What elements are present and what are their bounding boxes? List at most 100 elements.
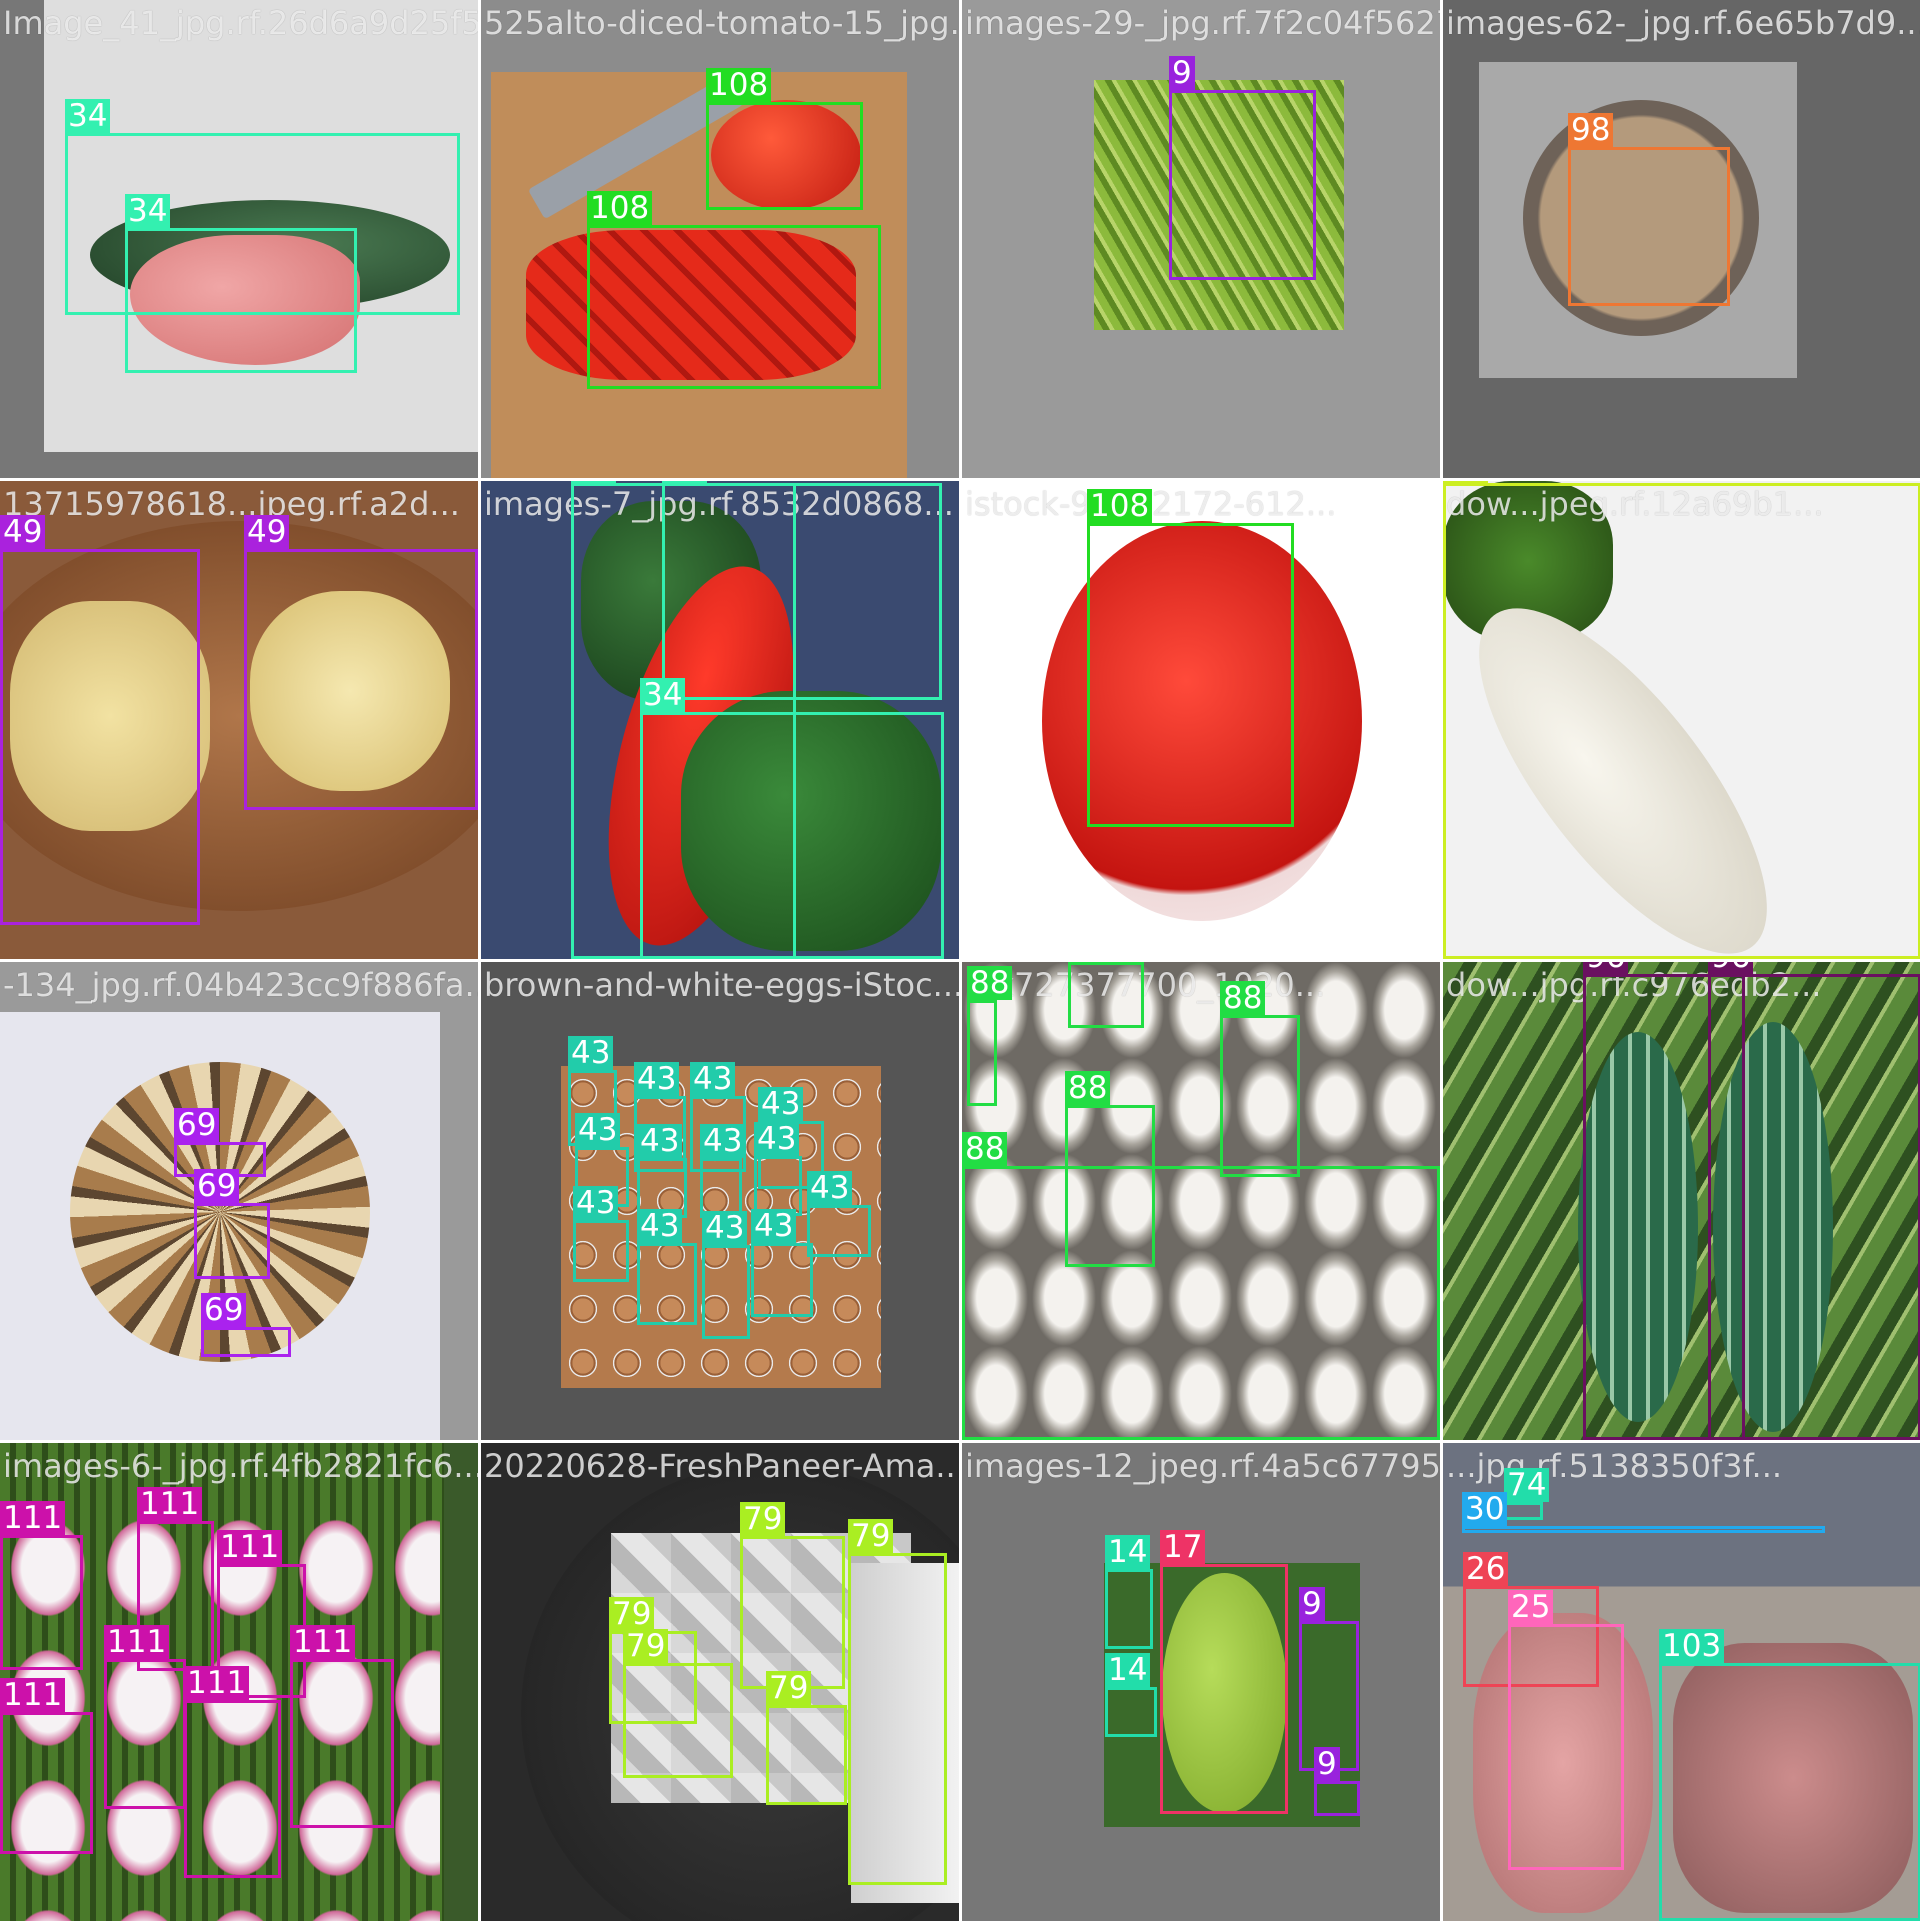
- tile-16: ...jpg.rf.5138350f3f... 74 30 26 25 103: [1443, 1443, 1920, 1921]
- detection-box: 30: [1462, 1492, 1825, 1533]
- detection-label: 14: [1105, 1653, 1151, 1687]
- detection-label: 43: [634, 1062, 680, 1096]
- tile-14: 20220628-FreshPaneer-Ama... 79 79 79 79 …: [481, 1443, 959, 1921]
- tile-3: images-29-_jpg.rf.7f2c04f5627... 9: [962, 0, 1440, 478]
- detection-label: 108: [706, 68, 772, 102]
- detection-box: 34: [662, 481, 942, 700]
- tile-7: istock-91922172-612... 108: [962, 481, 1440, 959]
- detection-box: 88: [1068, 962, 1144, 1028]
- detection-box: 88: [967, 966, 1013, 1106]
- detection-label: 111: [0, 1678, 66, 1712]
- tile-4: images-62-_jpg.rf.6e65b7d9... 98: [1443, 0, 1920, 478]
- detection-label: 9: [1169, 56, 1195, 90]
- tile-5: 13715978618...jpeg.rf.a2d... 49 49: [0, 481, 478, 959]
- detection-box: 79: [766, 1671, 847, 1805]
- detection-label: 9: [1299, 1587, 1325, 1621]
- detection-label: 74: [1504, 1468, 1550, 1502]
- detection-label: 88: [1220, 981, 1266, 1015]
- detection-label: 88: [1065, 1071, 1111, 1105]
- detection-label: 43: [637, 1124, 683, 1158]
- detection-box: 49: [0, 515, 200, 925]
- detection-label: 43: [700, 1124, 746, 1158]
- tile-13: images-6-_jpg.rf.4fb2821fc6... 111 111 1…: [0, 1443, 478, 1921]
- detection-box: 43: [700, 1124, 746, 1218]
- detection-box: 25: [1508, 1590, 1624, 1870]
- detection-label: 79: [848, 1519, 894, 1553]
- detection-box: 111: [0, 1501, 83, 1670]
- detection-box: 79: [740, 1502, 845, 1689]
- detection-label: 34: [662, 481, 708, 483]
- detection-box: 14: [1105, 1653, 1157, 1737]
- detection-label: 69: [194, 1169, 240, 1203]
- detection-label: 43: [568, 1036, 614, 1070]
- tile-15: images-12_jpeg.rf.4a5c67795bb6a... 14 14…: [962, 1443, 1440, 1921]
- detection-box: 34: [125, 194, 357, 373]
- detection-label: 34: [571, 481, 617, 483]
- detection-label: 43: [690, 1062, 736, 1096]
- detection-label: 79: [623, 1629, 669, 1663]
- detection-label: 108: [587, 191, 653, 225]
- tile-11: ...k727377700_1920... 88 88 88 88 88: [962, 962, 1440, 1440]
- detection-label: 43: [807, 1171, 853, 1205]
- tile-9: -134_jpg.rf.04b423cc9f886fa... 69 69 69: [0, 962, 478, 1440]
- detection-box: 43: [807, 1171, 871, 1257]
- detection-box: 108: [706, 68, 863, 210]
- detection-label: 25: [1508, 1590, 1554, 1624]
- image-grid: Image_41_jpg.rf.26d6a9d25f5e... 34 34 52…: [0, 0, 1920, 1921]
- detection-box: 111: [290, 1625, 394, 1828]
- detection-label: 43: [702, 1211, 748, 1245]
- detection-label: 34: [65, 99, 111, 133]
- detection-box: 69: [201, 1293, 291, 1357]
- detection-label: 79: [609, 1597, 655, 1631]
- detection-box: 108: [1087, 489, 1294, 827]
- detection-label: 49: [244, 515, 290, 549]
- detection-box: 87: [1443, 481, 1920, 959]
- detection-box: 43: [573, 1186, 629, 1282]
- detection-box: 79: [623, 1629, 733, 1778]
- detection-box: 69: [194, 1169, 270, 1279]
- detection-box: 111: [184, 1666, 281, 1878]
- detection-label: 9: [1314, 1747, 1340, 1781]
- tile-10: brown-and-white-eggs-iStoc... 43 43 43 4…: [481, 962, 959, 1440]
- detection-box: 79: [848, 1519, 947, 1885]
- detection-label: 111: [184, 1666, 250, 1700]
- detection-box: 103: [1659, 1629, 1920, 1921]
- detection-label: 79: [740, 1502, 786, 1536]
- detection-box: 43: [751, 1209, 813, 1317]
- detection-label: 34: [640, 678, 686, 712]
- detection-box: 74: [1504, 1468, 1550, 1520]
- detection-label: 111: [290, 1625, 356, 1659]
- tile-2: 525alto-diced-tomato-15_jpg.rf... 108 10…: [481, 0, 959, 478]
- detection-label: 30: [1462, 1492, 1508, 1526]
- detection-label: 87: [1443, 481, 1489, 483]
- detection-label: 111: [137, 1487, 203, 1521]
- detection-label: 17: [1160, 1530, 1206, 1564]
- detection-label: 79: [766, 1671, 812, 1705]
- detection-box: 98: [1568, 113, 1730, 306]
- detection-box: 9: [1169, 56, 1316, 280]
- detection-box: 43: [754, 1122, 802, 1216]
- tile-1: Image_41_jpg.rf.26d6a9d25f5e... 34 34: [0, 0, 478, 478]
- detection-label: 111: [0, 1501, 66, 1535]
- detection-box: 111: [0, 1678, 93, 1854]
- detection-box: 49: [244, 515, 478, 810]
- detection-label: 111: [217, 1530, 283, 1564]
- detection-label: 88: [967, 966, 1013, 1000]
- detection-label: 43: [751, 1209, 797, 1243]
- detection-label: 96: [1708, 962, 1754, 974]
- detection-label: 88: [962, 1132, 1008, 1166]
- detection-box: 17: [1160, 1530, 1288, 1814]
- detection-box: 43: [702, 1211, 750, 1339]
- tile-8: dow...jpeg.rf.12a69b1... 87: [1443, 481, 1920, 959]
- detection-label: 108: [1087, 489, 1153, 523]
- detection-box: 88: [1220, 981, 1300, 1177]
- detection-label: 43: [573, 1186, 619, 1220]
- detection-label: 43: [754, 1122, 800, 1156]
- detection-box: 88: [962, 1132, 1440, 1440]
- detection-label: 26: [1463, 1552, 1509, 1586]
- detection-label: 43: [637, 1209, 683, 1243]
- detection-label: 14: [1105, 1535, 1151, 1569]
- detection-label: 103: [1659, 1629, 1725, 1663]
- detection-box: 111: [104, 1625, 186, 1809]
- detection-box: 14: [1105, 1535, 1153, 1649]
